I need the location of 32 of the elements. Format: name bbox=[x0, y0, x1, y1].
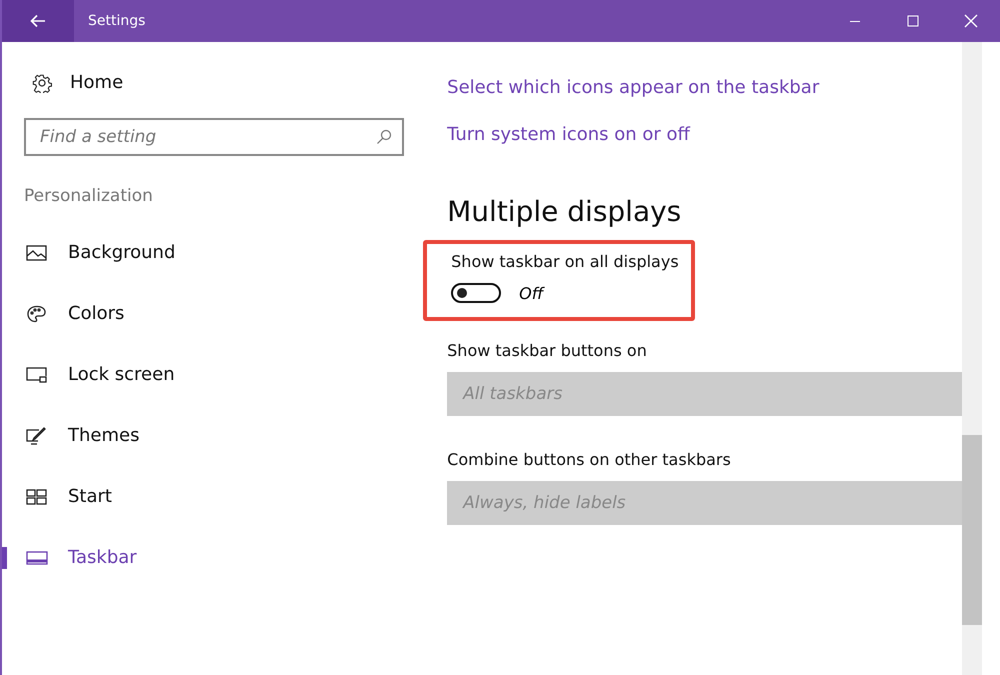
back-arrow-icon bbox=[30, 14, 46, 28]
sidebar-item[interactable]: Background bbox=[2, 222, 420, 283]
home-link[interactable]: Home bbox=[32, 72, 420, 93]
back-button[interactable] bbox=[2, 0, 74, 42]
setting-label: Show taskbar on all displays bbox=[451, 252, 679, 271]
search-field[interactable]: Find a setting bbox=[24, 118, 404, 156]
close-icon bbox=[964, 14, 978, 28]
sidebar-item[interactable]: Taskbar bbox=[2, 527, 420, 588]
palette-icon bbox=[26, 304, 48, 322]
taskbar-icon bbox=[26, 548, 48, 566]
section-heading: Multiple displays bbox=[447, 195, 682, 228]
sidebar-item[interactable]: Lock screen bbox=[2, 344, 420, 405]
search-icon bbox=[376, 129, 392, 145]
window-title: Settings bbox=[88, 13, 146, 29]
maximize-icon bbox=[907, 15, 919, 27]
sidebar-item[interactable]: Themes bbox=[2, 405, 420, 466]
settings-link[interactable]: Turn system icons on or off bbox=[447, 124, 690, 145]
brush-icon bbox=[26, 426, 48, 444]
section-heading: Personalization bbox=[24, 186, 154, 206]
sidebar-item[interactable]: Start bbox=[2, 466, 420, 527]
settings-icon bbox=[32, 72, 52, 92]
sidebar-item[interactable]: Colors bbox=[2, 283, 420, 344]
setting-label: Show taskbar buttons on bbox=[447, 341, 648, 360]
toggle-state: Off bbox=[519, 284, 544, 302]
tiles-icon bbox=[26, 488, 48, 506]
toggle-switch[interactable] bbox=[451, 283, 502, 303]
setting-label: Combine buttons on other taskbars bbox=[447, 450, 732, 469]
selection-indicator bbox=[2, 547, 7, 569]
monitor-icon bbox=[26, 366, 48, 384]
scrollbar-thumb[interactable] bbox=[962, 435, 982, 625]
picture-icon bbox=[26, 244, 48, 262]
settings-link[interactable]: Select which icons appear on the taskbar bbox=[447, 77, 820, 98]
